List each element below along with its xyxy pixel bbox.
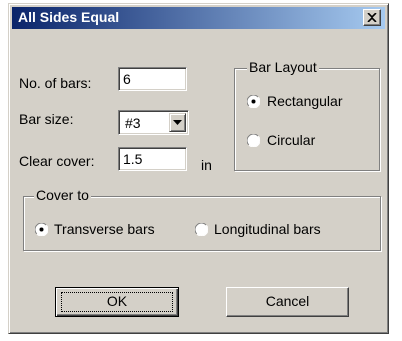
clear-cover-label: Clear cover: — [19, 153, 95, 169]
transverse-bars-label[interactable]: Transverse bars — [54, 221, 155, 237]
close-button[interactable] — [363, 9, 381, 26]
all-sides-equal-dialog: All Sides Equal No. of bars: Bar size: #… — [8, 3, 389, 334]
longitudinal-bars-radio[interactable] — [195, 223, 208, 236]
circular-radio[interactable] — [247, 134, 260, 147]
title-bar[interactable]: All Sides Equal — [12, 7, 385, 29]
cover-to-legend: Cover to — [34, 187, 91, 203]
bar-size-dropdown[interactable]: #3 — [118, 110, 189, 135]
transverse-bars-radio[interactable] — [35, 223, 48, 236]
clear-cover-unit: in — [201, 157, 212, 173]
close-icon — [367, 13, 377, 22]
cancel-button[interactable]: Cancel — [226, 287, 349, 317]
cancel-button-label: Cancel — [265, 293, 310, 309]
ok-button[interactable]: OK — [55, 287, 179, 317]
chevron-down-icon — [173, 120, 182, 125]
num-bars-label: No. of bars: — [19, 75, 92, 91]
clear-cover-input[interactable] — [118, 147, 187, 171]
rectangular-radio-label[interactable]: Rectangular — [267, 93, 343, 109]
window-title: All Sides Equal — [18, 9, 120, 25]
rectangular-radio[interactable] — [247, 95, 260, 108]
longitudinal-bars-label[interactable]: Longitudinal bars — [214, 221, 321, 237]
bar-size-label: Bar size: — [19, 111, 74, 127]
bar-layout-legend: Bar Layout — [247, 59, 319, 75]
bar-size-value: #3 — [125, 115, 141, 131]
circular-radio-label[interactable]: Circular — [267, 132, 315, 148]
bar-layout-group — [234, 68, 380, 171]
bar-size-dropdown-button[interactable] — [169, 113, 186, 132]
num-bars-input[interactable] — [118, 67, 187, 91]
ok-button-label: OK — [106, 293, 128, 309]
